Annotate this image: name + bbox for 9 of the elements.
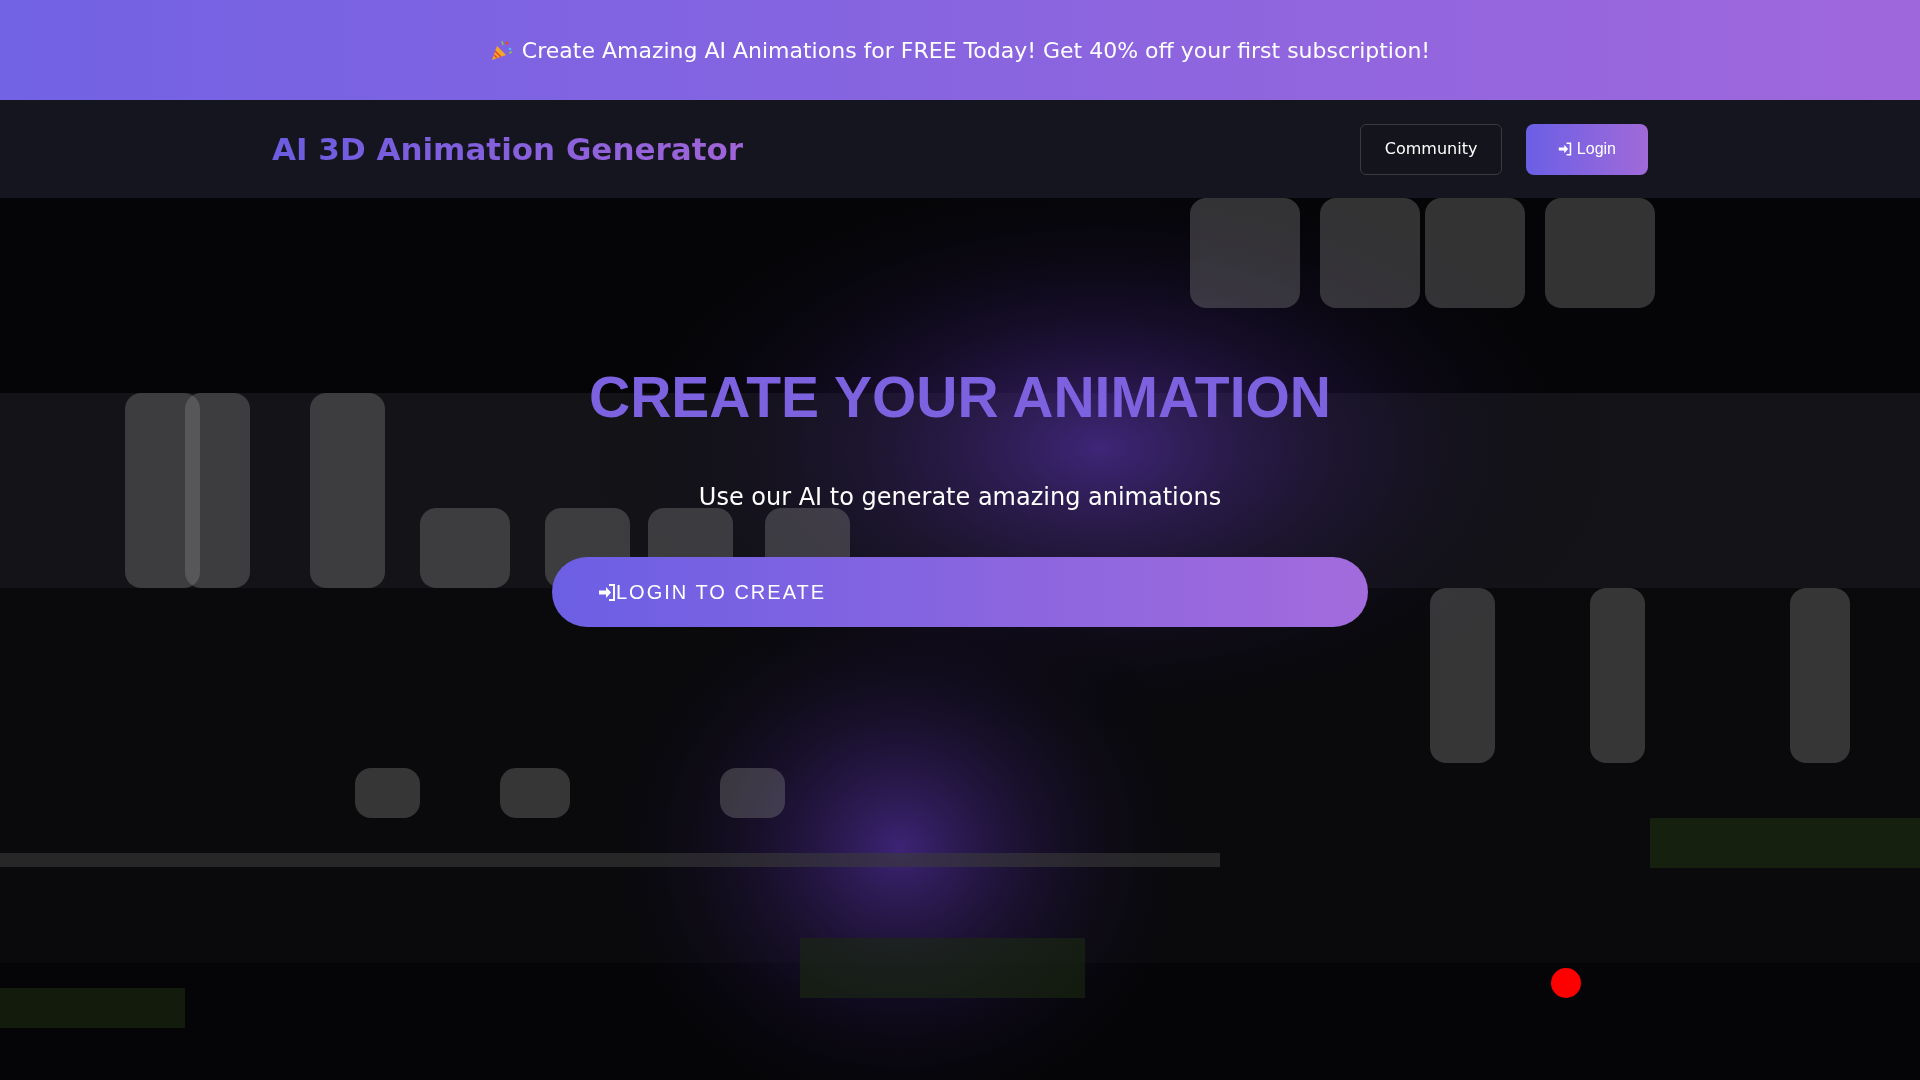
login-icon <box>598 583 616 601</box>
hero-subtitle: Use our AI to generate amazing animations <box>698 482 1222 514</box>
party-popper-icon <box>489 38 514 62</box>
community-button[interactable]: Community <box>1359 123 1503 175</box>
promo-text: Create Amazing AI Animations for FREE Today! Get 40% off your first subscription! <box>521 36 1431 65</box>
hero-title: CREATE YOUR ANIMATION <box>588 364 1332 431</box>
login-button[interactable]: Login <box>1526 123 1648 175</box>
login-to-create-button[interactable]: LOGIN TO CREATE <box>552 557 1368 628</box>
login-icon <box>1558 142 1573 156</box>
